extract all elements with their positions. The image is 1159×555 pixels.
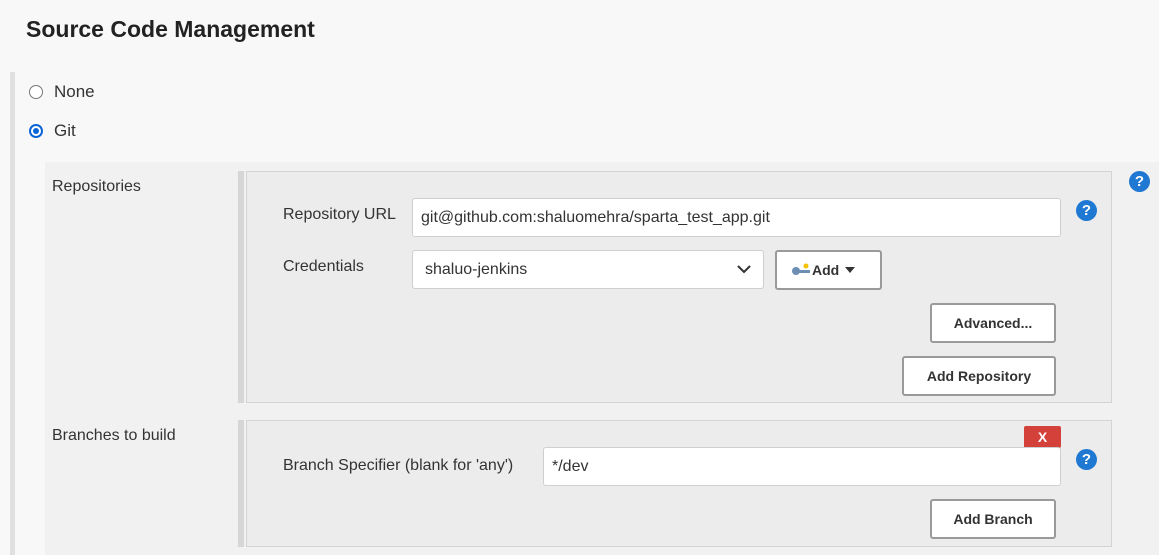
branches-bar — [238, 420, 244, 547]
branches-label: Branches to build — [52, 427, 176, 444]
branch-specifier-label: Branch Specifier (blank for 'any') — [283, 457, 514, 474]
repository-url-input[interactable]: git@github.com:shaluomehra/sparta_test_a… — [412, 198, 1061, 237]
section-left-bar — [10, 72, 15, 555]
delete-branch-button[interactable]: X — [1024, 426, 1061, 448]
add-repository-button[interactable]: Add Repository — [902, 356, 1056, 396]
radio-git[interactable] — [29, 124, 43, 138]
section-title: Source Code Management — [26, 16, 315, 42]
credentials-label: Credentials — [283, 258, 364, 275]
add-credentials-button[interactable]: Add — [775, 250, 882, 290]
radio-none[interactable] — [29, 85, 43, 99]
branch-specifier-input[interactable]: */dev — [543, 447, 1061, 486]
add-credentials-label: Add — [812, 262, 840, 278]
repositories-label: Repositories — [52, 178, 141, 195]
advanced-button[interactable]: Advanced... — [930, 303, 1056, 343]
key-icon — [792, 263, 810, 275]
scm-option-git-label: Git — [54, 121, 76, 140]
chevron-down-icon — [737, 265, 751, 274]
git-help-icon[interactable]: ? — [1129, 171, 1150, 192]
credentials-select[interactable]: shaluo-jenkins — [412, 250, 764, 289]
scm-option-git[interactable]: Git — [29, 121, 76, 141]
branch-specifier-help-icon[interactable]: ? — [1076, 449, 1097, 470]
credentials-selected-value: shaluo-jenkins — [425, 260, 528, 278]
repository-url-label: Repository URL — [283, 206, 396, 223]
repository-url-help-icon[interactable]: ? — [1076, 200, 1097, 221]
repositories-bar — [238, 171, 244, 403]
scm-option-none-label: None — [54, 82, 95, 101]
add-branch-button[interactable]: Add Branch — [930, 499, 1056, 539]
caret-down-icon — [845, 267, 856, 273]
scm-option-none[interactable]: None — [29, 82, 95, 102]
